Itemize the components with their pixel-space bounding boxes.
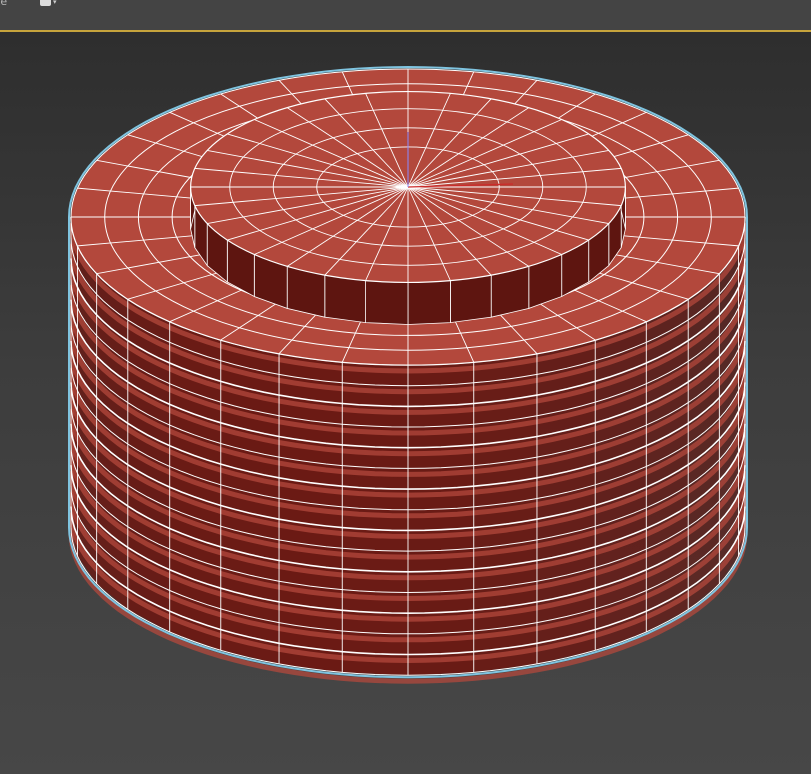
step-face (365, 280, 409, 325)
step-face (407, 280, 451, 325)
cylinder-mesh[interactable] (68, 65, 748, 684)
viewport-layout-dropdown[interactable]: ▾ (38, 0, 60, 9)
step-face (324, 274, 367, 324)
app-window: te ▾ (0, 0, 811, 774)
toolbar-strip (0, 12, 811, 30)
toolbar-label[interactable]: te (0, 0, 7, 8)
perspective-viewport[interactable] (0, 32, 811, 774)
step-face (449, 274, 492, 324)
viewport-layout-icon (40, 0, 51, 6)
viewport-scene[interactable] (0, 32, 811, 774)
chevron-down-icon: ▾ (53, 0, 57, 6)
